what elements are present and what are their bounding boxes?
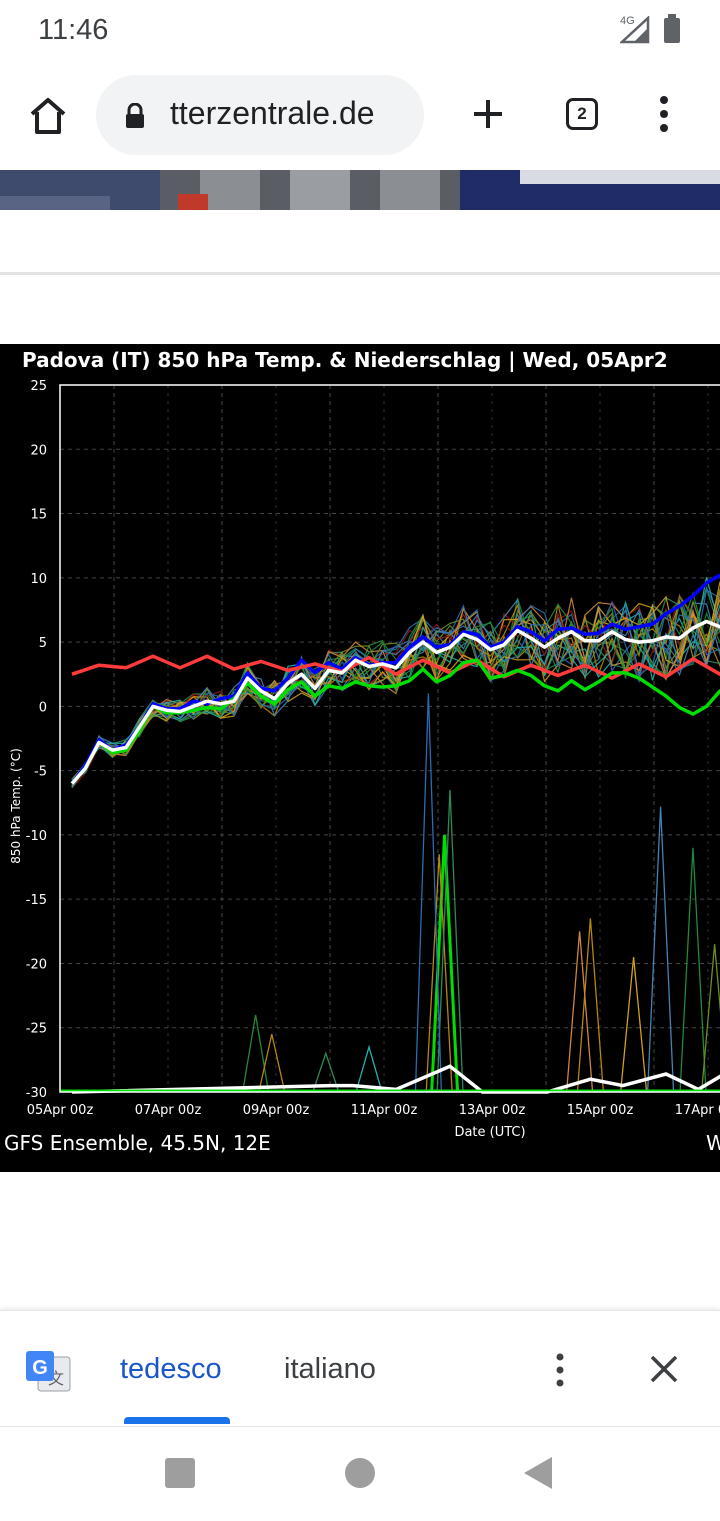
y-tick-label: 10 bbox=[30, 572, 47, 587]
svg-text:G: G bbox=[32, 1357, 48, 1379]
google-translate-icon[interactable]: 文 G bbox=[24, 1349, 72, 1395]
y-axis-label: 850 hPa Temp. (°C) bbox=[9, 748, 23, 864]
y-tick-label: 5 bbox=[39, 636, 47, 651]
system-nav-bar bbox=[0, 1426, 720, 1521]
meteogram-chart[interactable]: Padova (IT) 850 hPa Temp. & Niederschlag… bbox=[0, 344, 720, 1172]
status-bar: 11:46 4G bbox=[0, 0, 720, 62]
precip-spike-line bbox=[646, 806, 675, 1093]
y-tick-label: -15 bbox=[26, 893, 47, 908]
chart-footer-left: GFS Ensemble, 45.5N, 12E bbox=[4, 1131, 271, 1155]
status-time: 11:46 bbox=[38, 14, 109, 46]
y-tick-label: 15 bbox=[30, 508, 47, 523]
close-icon[interactable] bbox=[648, 1353, 680, 1385]
y-tick-label: 0 bbox=[39, 700, 47, 715]
x-tick-label: 09Apr 00z bbox=[243, 1103, 310, 1118]
section-divider bbox=[0, 272, 720, 275]
address-bar[interactable]: tterzentrale.de bbox=[96, 75, 424, 155]
active-tab-indicator bbox=[124, 1417, 230, 1424]
y-tick-label: -20 bbox=[26, 957, 47, 972]
tab-source-language[interactable]: tedesco bbox=[120, 1353, 222, 1386]
translate-bar: 文 G tedesco italiano bbox=[0, 1310, 720, 1427]
ensemble-member-line bbox=[71, 603, 720, 787]
x-axis-label: Date (UTC) bbox=[454, 1125, 525, 1140]
signal-icon bbox=[620, 16, 650, 44]
y-tick-label: 25 bbox=[30, 379, 47, 394]
banner-image bbox=[0, 170, 720, 210]
home-icon[interactable] bbox=[24, 92, 72, 140]
chart-svg: 25 20 15 10 5 0 -5 -10 -15 -20 -25 -30 05Apr 00z 07A… bbox=[4, 379, 720, 1155]
y-tick-label: -10 bbox=[26, 829, 47, 844]
precip-spike-line bbox=[258, 1034, 286, 1093]
x-tick-label: 11Apr 00z bbox=[351, 1103, 418, 1118]
translate-options-icon[interactable] bbox=[546, 1349, 574, 1393]
lock-icon bbox=[126, 103, 144, 128]
x-tick-label: 13Apr 00z bbox=[459, 1103, 526, 1118]
browser-toolbar: tterzentrale.de 2 bbox=[0, 62, 720, 170]
tab-switcher-button[interactable]: 2 bbox=[566, 98, 598, 130]
tab-target-language[interactable]: italiano bbox=[284, 1353, 376, 1386]
home-nav-icon[interactable] bbox=[344, 1457, 376, 1489]
x-tick-label: 15Apr 00z bbox=[567, 1103, 634, 1118]
y-tick-label: -5 bbox=[34, 765, 47, 780]
y-tick-label: 20 bbox=[30, 443, 47, 458]
y-tick-label: -30 bbox=[26, 1086, 47, 1101]
precip-spike-line bbox=[619, 956, 648, 1093]
x-tick-label: 07Apr 00z bbox=[135, 1103, 202, 1118]
battery-icon bbox=[664, 14, 680, 43]
x-tick-label: 17Apr 00z bbox=[675, 1103, 720, 1118]
y-tick-label: -25 bbox=[26, 1022, 47, 1037]
new-tab-icon[interactable] bbox=[466, 92, 510, 136]
more-menu-icon[interactable] bbox=[650, 92, 678, 136]
recents-icon[interactable] bbox=[164, 1457, 196, 1489]
ad-banner[interactable] bbox=[0, 170, 720, 210]
precip-spike-line bbox=[241, 1014, 270, 1093]
back-icon[interactable] bbox=[522, 1455, 554, 1491]
chart-footer-right: W bbox=[706, 1131, 720, 1155]
url-text: tterzentrale.de bbox=[170, 95, 375, 131]
x-tick-label: 05Apr 00z bbox=[27, 1103, 94, 1118]
precip-spike-line bbox=[679, 847, 707, 1093]
